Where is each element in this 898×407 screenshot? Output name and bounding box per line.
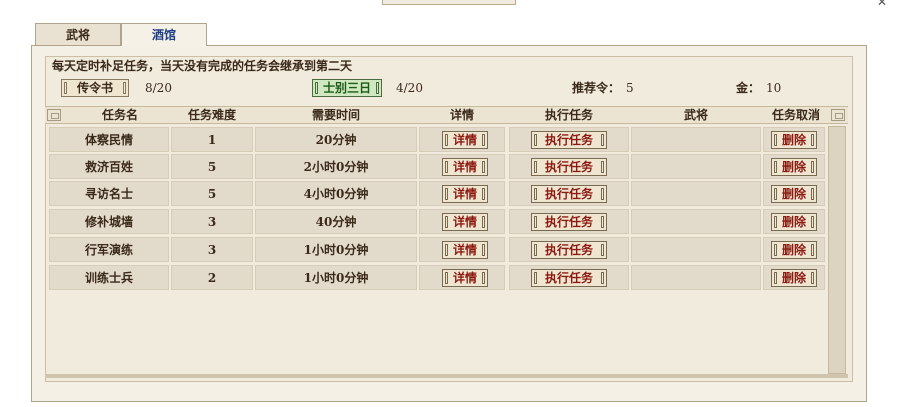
execute-task-button[interactable]: 执行任务 xyxy=(531,158,607,176)
tab-generals[interactable]: 武将 xyxy=(35,23,121,45)
recommend-label: 推荐令： xyxy=(572,81,621,95)
corner-ornament-icon xyxy=(831,109,845,121)
task-time: 2小时0分钟 xyxy=(255,154,417,179)
detail-button[interactable]: 详情 xyxy=(442,269,488,287)
task-difficulty: 2 xyxy=(171,265,253,290)
task-difficulty: 5 xyxy=(171,181,253,206)
gold-value: 10 xyxy=(766,81,782,95)
gold-label: 金： xyxy=(736,81,761,95)
header-difficulty: 任务难度 xyxy=(187,108,236,122)
task-notice: 每天定时补足任务，当天没有完成的任务会继承到第二天 xyxy=(52,59,353,73)
detail-button[interactable]: 详情 xyxy=(442,213,488,231)
task-time: 20分钟 xyxy=(255,127,417,152)
delete-button[interactable]: 删除 xyxy=(771,241,817,259)
table-row: 救济百姓 5 2小时0分钟 详情 执行任务 删除 xyxy=(45,153,825,180)
execute-task-button[interactable]: 执行任务 xyxy=(531,185,607,203)
execute-task-button[interactable]: 执行任务 xyxy=(531,131,607,149)
table-row: 训练士兵 2 1小时0分钟 详情 执行任务 删除 xyxy=(45,264,825,291)
detail-button[interactable]: 详情 xyxy=(442,158,488,176)
close-icon[interactable]: ✕ xyxy=(875,0,889,8)
general-cell xyxy=(631,237,761,262)
task-time: 40分钟 xyxy=(255,209,417,234)
tab-tavern[interactable]: 酒馆 xyxy=(121,23,207,46)
task-name: 体察民情 xyxy=(49,127,169,152)
header-detail: 详情 xyxy=(449,108,474,122)
task-difficulty: 5 xyxy=(171,154,253,179)
general-cell xyxy=(631,265,761,290)
general-cell xyxy=(631,209,761,234)
detail-button[interactable]: 详情 xyxy=(442,185,488,203)
delete-button[interactable]: 删除 xyxy=(771,131,817,149)
table-row: 寻访名士 5 4小时0分钟 详情 执行任务 删除 xyxy=(45,180,825,207)
header-time: 需要时间 xyxy=(311,108,360,122)
special-order-button[interactable]: 士别三日 xyxy=(312,79,382,97)
execute-task-button[interactable]: 执行任务 xyxy=(531,269,607,287)
top-frame-stub xyxy=(382,0,516,5)
delete-button[interactable]: 删除 xyxy=(771,269,817,287)
task-name: 行军演练 xyxy=(49,237,169,262)
general-cell xyxy=(631,181,761,206)
task-time: 1小时0分钟 xyxy=(255,265,417,290)
task-time: 1小时0分钟 xyxy=(255,237,417,262)
detail-button[interactable]: 详情 xyxy=(442,241,488,259)
task-table-header: 任务名 任务难度 需要时间 详情 执行任务 武将 任务取消 xyxy=(45,106,848,124)
order-book-count: 8/20 xyxy=(145,81,172,95)
task-time: 4小时0分钟 xyxy=(255,181,417,206)
delete-button[interactable]: 删除 xyxy=(771,185,817,203)
general-cell xyxy=(631,127,761,152)
task-name: 寻访名士 xyxy=(49,181,169,206)
delete-button[interactable]: 删除 xyxy=(771,213,817,231)
table-row: 行军演练 3 1小时0分钟 详情 执行任务 删除 xyxy=(45,236,825,263)
task-difficulty: 3 xyxy=(171,237,253,262)
table-row: 体察民情 1 20分钟 详情 执行任务 删除 xyxy=(45,126,825,153)
special-order-count: 4/20 xyxy=(396,81,423,95)
execute-task-button[interactable]: 执行任务 xyxy=(531,241,607,259)
task-difficulty: 1 xyxy=(171,127,253,152)
task-name: 训练士兵 xyxy=(49,265,169,290)
general-cell xyxy=(631,154,761,179)
delete-button[interactable]: 删除 xyxy=(771,158,817,176)
vertical-scrollbar[interactable] xyxy=(828,126,846,374)
table-row: 修补城墙 3 40分钟 详情 执行任务 删除 xyxy=(45,208,825,235)
header-execute: 执行任务 xyxy=(544,108,593,122)
task-difficulty: 3 xyxy=(171,209,253,234)
task-name: 修补城墙 xyxy=(49,209,169,234)
detail-button[interactable]: 详情 xyxy=(442,131,488,149)
task-name: 救济百姓 xyxy=(49,154,169,179)
header-cancel: 任务取消 xyxy=(771,108,820,122)
corner-ornament-icon xyxy=(47,109,61,121)
header-general: 武将 xyxy=(683,108,708,122)
header-task-name: 任务名 xyxy=(101,108,138,122)
recommend-value: 5 xyxy=(626,81,634,95)
table-bottom-border xyxy=(45,374,848,378)
order-book-button[interactable]: 传令书 xyxy=(61,79,129,97)
execute-task-button[interactable]: 执行任务 xyxy=(531,213,607,231)
